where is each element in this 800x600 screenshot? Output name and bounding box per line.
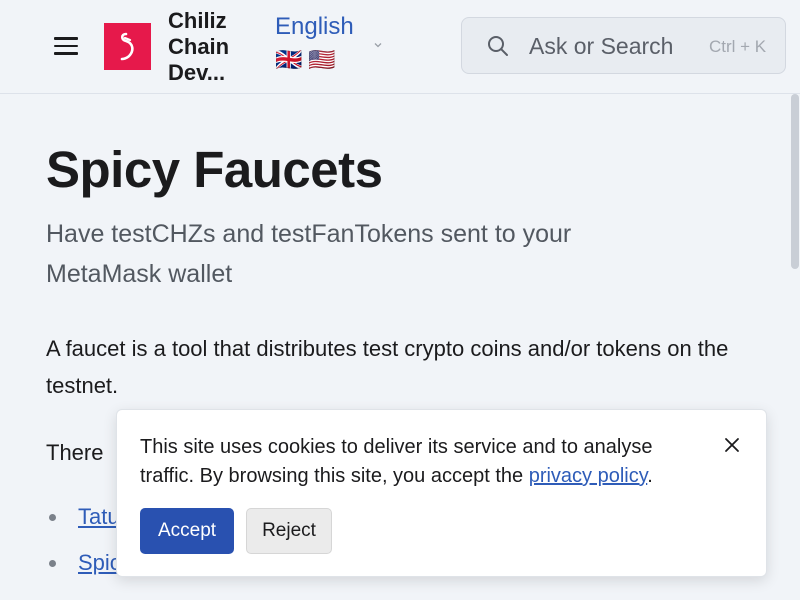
- flag-icons: 🇬🇧🇺🇸: [275, 47, 342, 72]
- chiliz-logo[interactable]: [104, 23, 151, 70]
- accept-button[interactable]: Accept: [140, 508, 234, 554]
- cookie-suffix: .: [647, 465, 653, 487]
- bullet-icon: [49, 514, 56, 521]
- search-placeholder: Ask or Search: [529, 33, 674, 59]
- bullet-icon: [49, 560, 56, 567]
- search-bar[interactable]: Ask or Search Ctrl + K: [461, 17, 786, 74]
- chevron-down-icon: [374, 43, 382, 48]
- scrollbar-thumb[interactable]: [791, 94, 799, 269]
- brand-line: Dev...: [168, 60, 226, 85]
- privacy-policy-link[interactable]: privacy policy: [529, 465, 648, 487]
- page-subtitle: Have testCHZs and testFanTokens sent to …: [46, 220, 572, 288]
- search-icon: [488, 36, 508, 56]
- language-selector[interactable]: English 🇬🇧🇺🇸: [275, 12, 385, 82]
- cookie-banner: This site uses cookies to deliver its se…: [116, 409, 767, 577]
- faucets-paragraph: There: [46, 440, 104, 465]
- intro-paragraph: A faucet is a tool that distributes test…: [46, 336, 729, 398]
- scrollbar[interactable]: [790, 94, 800, 600]
- page-title: Spicy Faucets: [46, 141, 383, 198]
- brand-line: Chain: [168, 34, 230, 59]
- close-icon[interactable]: [721, 434, 743, 456]
- cookie-message: This site uses cookies to deliver its se…: [140, 433, 710, 491]
- language-label: English: [275, 13, 354, 40]
- brand-line: Chiliz: [168, 8, 227, 33]
- top-bar: Chiliz Chain Dev... English 🇬🇧🇺🇸 Ask or …: [0, 0, 800, 94]
- search-shortcut: Ctrl + K: [709, 37, 767, 56]
- reject-button[interactable]: Reject: [246, 508, 332, 554]
- menu-icon[interactable]: [52, 34, 80, 58]
- brand-title[interactable]: Chiliz Chain Dev...: [168, 8, 258, 86]
